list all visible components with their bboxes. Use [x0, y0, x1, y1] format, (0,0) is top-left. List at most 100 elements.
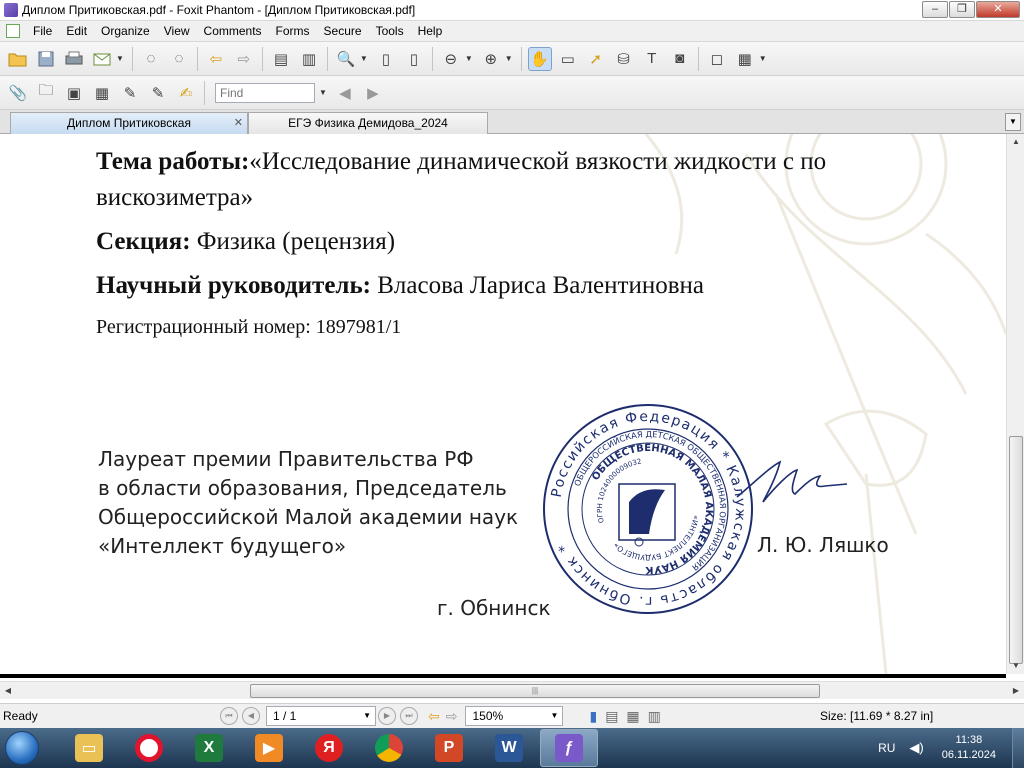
- taskbar-foxit[interactable]: ƒ: [540, 729, 598, 767]
- title-bar: Диплом Притиковская.pdf - Foxit Phantom …: [0, 0, 1024, 21]
- tab-list-dropdown-icon[interactable]: ▼: [1005, 113, 1021, 131]
- print-icon[interactable]: [62, 47, 86, 71]
- text-viewer-icon[interactable]: T: [640, 47, 664, 71]
- zoom-field[interactable]: 150% ▼: [465, 706, 564, 726]
- zoom-out-dropdown-icon[interactable]: ▼: [465, 54, 473, 63]
- typewriter-icon[interactable]: ✎: [146, 81, 170, 105]
- email-icon[interactable]: [90, 47, 114, 71]
- open-folder-icon[interactable]: [6, 47, 30, 71]
- select-text-icon[interactable]: ▭: [556, 47, 580, 71]
- horizontal-scrollbar[interactable]: ◀ ||| ▶: [0, 681, 1024, 699]
- clock[interactable]: 11:38 06.11.2024: [942, 733, 996, 763]
- foxit-app-icon: [4, 3, 18, 17]
- taskbar-chrome[interactable]: [360, 729, 418, 767]
- taskbar-explorer[interactable]: ▭: [60, 729, 118, 767]
- last-page-icon[interactable]: ⏭: [400, 707, 418, 725]
- back-arrow-icon[interactable]: ⇦: [204, 47, 228, 71]
- select-annotation-icon[interactable]: ➚: [584, 47, 608, 71]
- start-button[interactable]: [0, 728, 44, 768]
- grid-dropdown-icon[interactable]: ▼: [759, 54, 767, 63]
- laureate-line: Лауреат премии Правительства РФ: [98, 447, 474, 471]
- forward-arrow-icon[interactable]: ⇨: [232, 47, 256, 71]
- separator: [697, 46, 699, 71]
- zoom-in-dropdown-icon[interactable]: ▼: [505, 54, 513, 63]
- tab-diplom[interactable]: Диплом Притиковская ✕: [10, 112, 248, 134]
- zoom-dropdown-icon[interactable]: ▼: [551, 711, 559, 720]
- grid-icon[interactable]: ▦: [733, 47, 757, 71]
- taskbar-excel[interactable]: X: [180, 729, 238, 767]
- secondary-toolbar: 📎 🗀 ▣ ▦ ✎ ✎ ✍ ▼ ◀ ▶: [0, 76, 1024, 110]
- taskbar-word[interactable]: W: [480, 729, 538, 767]
- minimize-button[interactable]: –: [922, 1, 948, 18]
- taskbar-opera[interactable]: [120, 729, 178, 767]
- hand-tool-icon[interactable]: ✋: [527, 46, 552, 71]
- next-view-icon[interactable]: ⇨: [446, 708, 458, 725]
- zoom-out-icon[interactable]: ⊖: [439, 47, 463, 71]
- restore-button[interactable]: ❐: [949, 1, 975, 18]
- page-extract-icon[interactable]: ▥: [297, 47, 321, 71]
- tab-ege-physics[interactable]: ЕГЭ Физика Демидова_2024: [248, 112, 488, 134]
- attachment-icon[interactable]: 📎: [6, 81, 30, 105]
- menu-edit[interactable]: Edit: [59, 24, 94, 38]
- volume-icon[interactable]: ◀): [909, 740, 923, 756]
- zoom-in-icon[interactable]: ⊕: [479, 47, 503, 71]
- taskbar-powerpoint[interactable]: P: [420, 729, 478, 767]
- document-menu-icon[interactable]: [6, 24, 20, 38]
- menu-file[interactable]: File: [26, 24, 59, 38]
- menu-organize[interactable]: Organize: [94, 24, 157, 38]
- find-dropdown-icon[interactable]: ▼: [319, 88, 327, 97]
- menu-tools[interactable]: Tools: [369, 24, 411, 38]
- vertical-scroll-thumb[interactable]: [1009, 436, 1023, 664]
- page-dropdown-icon[interactable]: ▼: [363, 711, 371, 720]
- close-button[interactable]: ✕: [976, 1, 1020, 18]
- email-dropdown-icon[interactable]: ▼: [116, 54, 124, 63]
- scroll-up-icon[interactable]: ▲: [1007, 134, 1024, 150]
- edit-icon[interactable]: ✍: [174, 81, 198, 105]
- previous-view-icon[interactable]: ⇦: [428, 708, 440, 725]
- facing-icon[interactable]: ▦: [626, 708, 639, 725]
- find-previous-icon[interactable]: ◀: [333, 81, 357, 105]
- first-page-icon[interactable]: ⏮: [220, 707, 238, 725]
- sound-icon[interactable]: ✎: [118, 81, 142, 105]
- save-icon[interactable]: [34, 47, 58, 71]
- menu-view[interactable]: View: [157, 24, 197, 38]
- fit-page-icon[interactable]: ▯: [374, 47, 398, 71]
- scroll-down-icon[interactable]: ▼: [1007, 658, 1024, 674]
- fit-width-icon[interactable]: ▯: [402, 47, 426, 71]
- previous-page-icon[interactable]: ◌: [139, 47, 163, 71]
- continuous-icon[interactable]: ▤: [605, 708, 618, 725]
- show-desktop-button[interactable]: [1012, 728, 1024, 768]
- find-next-icon[interactable]: ▶: [361, 81, 385, 105]
- taskbar-media-player[interactable]: ▶: [240, 729, 298, 767]
- image-icon[interactable]: ▣: [62, 81, 86, 105]
- continuous-facing-icon[interactable]: ▥: [648, 708, 661, 725]
- vertical-scrollbar[interactable]: ▲ ▼: [1006, 134, 1024, 674]
- file-attachment-icon[interactable]: 🗀: [34, 81, 58, 105]
- zoom-in-tool-icon[interactable]: 🔍: [334, 47, 358, 71]
- movie-icon[interactable]: ▦: [90, 81, 114, 105]
- topic-value: «Исследование динамической вязкости жидк…: [249, 148, 827, 175]
- menu-help[interactable]: Help: [411, 24, 450, 38]
- snapshot-icon[interactable]: ◙: [668, 47, 692, 71]
- menu-forms[interactable]: Forms: [269, 24, 317, 38]
- menu-secure[interactable]: Secure: [317, 24, 369, 38]
- find-input[interactable]: [215, 82, 315, 103]
- taskbar-yandex[interactable]: Я: [300, 729, 358, 767]
- zoom-tool-dropdown-icon[interactable]: ▼: [360, 54, 368, 63]
- menu-comments[interactable]: Comments: [197, 24, 269, 38]
- next-page-button-icon[interactable]: ▶: [378, 707, 396, 725]
- horizontal-scroll-thumb[interactable]: |||: [250, 684, 820, 698]
- next-page-icon[interactable]: ◌: [167, 47, 191, 71]
- binoculars-icon[interactable]: ⛁: [612, 47, 636, 71]
- previous-page-button-icon[interactable]: ◀: [242, 707, 260, 725]
- document-viewer[interactable]: Тема работы:«Исследование динамической в…: [0, 134, 1006, 674]
- close-tab-icon[interactable]: ✕: [234, 116, 243, 129]
- page-number-field[interactable]: 1 / 1 ▼: [266, 706, 376, 726]
- separator: [326, 46, 328, 71]
- single-page-icon[interactable]: ▮: [589, 708, 597, 725]
- scroll-right-icon[interactable]: ▶: [1008, 682, 1024, 700]
- scroll-left-icon[interactable]: ◀: [0, 682, 16, 700]
- note-icon[interactable]: ◻: [705, 47, 729, 71]
- page-layout-icon[interactable]: ▤: [269, 47, 293, 71]
- language-indicator[interactable]: RU: [878, 741, 895, 755]
